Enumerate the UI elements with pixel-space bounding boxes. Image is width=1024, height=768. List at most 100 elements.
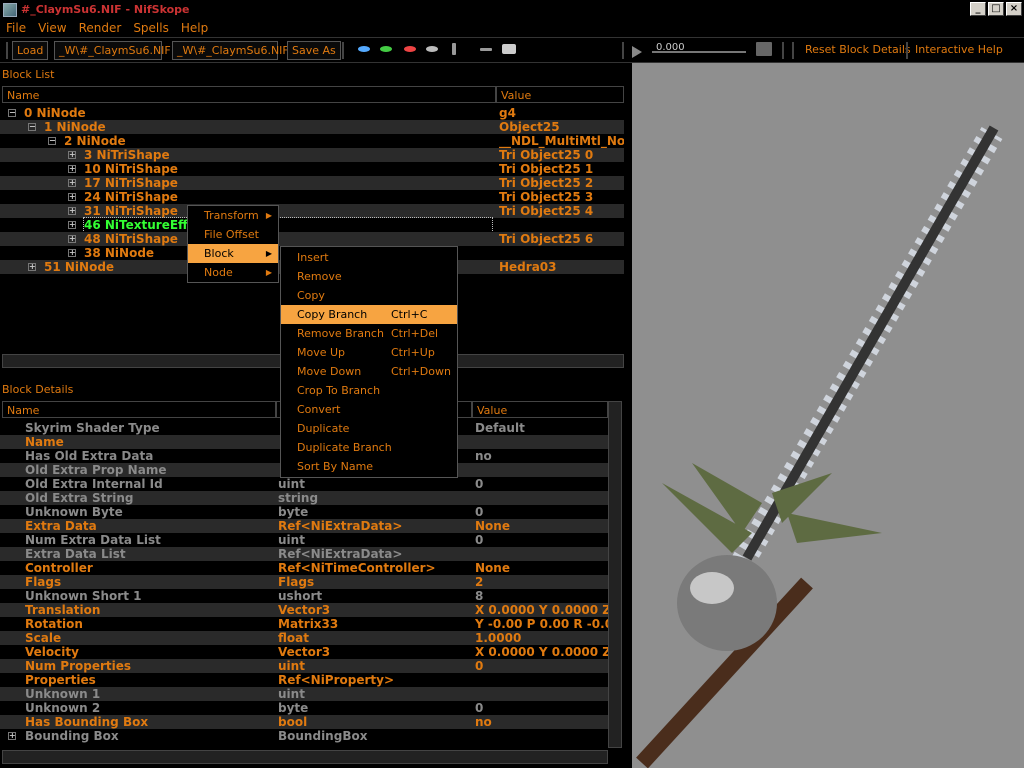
detail-type: Vector3 (278, 603, 331, 617)
submenu-item[interactable]: Duplicate (281, 419, 457, 438)
detail-row[interactable]: Extra Data List Ref<NiExtraData> (0, 547, 608, 561)
detail-row[interactable]: Properties Ref<NiProperty> (0, 673, 608, 687)
axis-icon[interactable] (452, 43, 456, 55)
block-details-value-header[interactable]: Value (472, 401, 608, 418)
view-blue-icon[interactable] (358, 46, 370, 52)
detail-value: 2 (475, 575, 484, 589)
block-details-name-header[interactable]: Name (2, 401, 276, 418)
center-icon[interactable] (480, 48, 492, 51)
expand-icon[interactable]: + (68, 151, 76, 159)
detail-row[interactable]: Old Extra Internal Id uint 0 (0, 477, 608, 491)
menu-spells[interactable]: Spells (133, 21, 169, 35)
detail-name: Num Properties (25, 659, 132, 673)
block-row[interactable]: +3 NiTriShape Tri Object25 0 (0, 148, 624, 162)
submenu-item[interactable]: Sort By Name (281, 457, 457, 476)
interactive-help-button[interactable]: Interactive Help (911, 41, 1007, 60)
submenu-item[interactable]: Insert (281, 248, 457, 267)
submenu-item-label: Crop To Branch (297, 384, 381, 397)
view-green-icon[interactable] (380, 46, 392, 52)
detail-row[interactable]: Unknown Short 1 ushort 8 (0, 589, 608, 603)
detail-row[interactable]: Flags Flags 2 (0, 575, 608, 589)
save-as-button[interactable]: Save As (287, 41, 341, 60)
block-details-vscrollbar[interactable] (608, 401, 622, 748)
detail-row[interactable]: Has Bounding Box bool no (0, 715, 608, 729)
submenu-item[interactable]: Copy (281, 286, 457, 305)
expand-icon[interactable]: + (68, 207, 76, 215)
block-row[interactable]: +17 NiTriShape Tri Object25 2 (0, 176, 624, 190)
time-slider[interactable] (652, 51, 746, 53)
block-list-name-header[interactable]: Name (2, 86, 496, 103)
submenu-item[interactable]: Move Up Ctrl+Up (281, 343, 457, 362)
detail-row[interactable]: Extra Data Ref<NiExtraData> None (0, 519, 608, 533)
menu-file[interactable]: File (6, 21, 26, 35)
submenu-item[interactable]: Duplicate Branch (281, 438, 457, 457)
detail-name: Properties (25, 673, 96, 687)
block-row[interactable]: −1 NiNode Object25 (0, 120, 624, 134)
expand-icon[interactable]: + (68, 179, 76, 187)
detail-row[interactable]: Num Properties uint 0 (0, 659, 608, 673)
block-row[interactable]: +31 NiTriShape Tri Object25 4 (0, 204, 624, 218)
expand-icon[interactable]: + (68, 193, 76, 201)
detail-row[interactable]: Unknown Byte byte 0 (0, 505, 608, 519)
minimize-button[interactable]: _ (970, 2, 986, 16)
block-value: __NDL_MultiMtl_Node (499, 134, 624, 148)
submenu-item[interactable]: Convert (281, 400, 457, 419)
block-row[interactable]: +10 NiTriShape Tri Object25 1 (0, 162, 624, 176)
block-name: 31 NiTriShape (84, 204, 178, 218)
block-list-value-header[interactable]: Value (496, 86, 624, 103)
detail-row[interactable]: Old Extra String string (0, 491, 608, 505)
block-row[interactable]: −0 NiNode g4 (0, 106, 624, 120)
submenu-item[interactable]: Copy Branch Ctrl+C (281, 305, 457, 324)
block-row[interactable]: +24 NiTriShape Tri Object25 3 (0, 190, 624, 204)
detail-row[interactable]: Controller Ref<NiTimeController> None (0, 561, 608, 575)
collapse-icon[interactable]: − (28, 123, 36, 131)
menu-file-offset[interactable]: File Offset (188, 225, 278, 244)
close-button[interactable]: × (1006, 2, 1022, 16)
detail-row[interactable]: Unknown 1 uint (0, 687, 608, 701)
maximize-button[interactable]: □ (988, 2, 1004, 16)
detail-type: uint (278, 659, 305, 673)
detail-row[interactable]: + Bounding Box BoundingBox (0, 729, 608, 743)
loop-icon[interactable] (756, 42, 772, 56)
detail-value: no (475, 449, 492, 463)
save-path-input[interactable]: _W\#_ClaymSu6.NIF (172, 41, 289, 60)
menu-transform[interactable]: Transform ▶ (188, 206, 278, 225)
submenu-item[interactable]: Crop To Branch (281, 381, 457, 400)
block-row[interactable]: +48 NiTriShape Tri Object25 6 (0, 232, 624, 246)
expand-icon[interactable]: + (68, 165, 76, 173)
wireframe-icon[interactable] (502, 44, 516, 54)
reset-block-details-button[interactable]: Reset Block Details (801, 41, 915, 60)
detail-row[interactable]: Unknown 2 byte 0 (0, 701, 608, 715)
submenu-item[interactable]: Remove (281, 267, 457, 286)
view-red-icon[interactable] (404, 46, 416, 52)
expand-icon[interactable]: + (28, 263, 36, 271)
detail-row[interactable]: Num Extra Data List uint 0 (0, 533, 608, 547)
menu-view[interactable]: View (38, 21, 66, 35)
detail-name: Rotation (25, 617, 83, 631)
play-icon[interactable] (632, 46, 642, 58)
expand-icon[interactable]: + (68, 249, 76, 257)
view-grey-icon[interactable] (426, 46, 438, 52)
block-row[interactable]: −2 NiNode __NDL_MultiMtl_Node (0, 134, 624, 148)
menu-node[interactable]: Node ▶ (188, 263, 278, 282)
load-button[interactable]: Load (12, 41, 49, 60)
menu-render[interactable]: Render (79, 21, 122, 35)
expand-icon[interactable]: + (8, 732, 16, 740)
block-row[interactable]: +46 NiTextureEffect (0, 217, 624, 233)
load-path-input[interactable]: _W\#_ClaymSu6.NIF (54, 41, 171, 60)
render-viewport[interactable] (632, 63, 1024, 768)
detail-row[interactable]: Rotation Matrix33 Y -0.00 P 0.00 R -0.00 (0, 617, 608, 631)
menu-block[interactable]: Block ▶ (188, 244, 278, 263)
collapse-icon[interactable]: − (8, 109, 16, 117)
menu-help[interactable]: Help (181, 21, 208, 35)
detail-row[interactable]: Translation Vector3 X 0.0000 Y 0.0000 Z 0 (0, 603, 608, 617)
detail-row[interactable]: Velocity Vector3 X 0.0000 Y 0.0000 Z 0 (0, 645, 608, 659)
detail-name: Unknown Short 1 (25, 589, 142, 603)
detail-row[interactable]: Scale float 1.0000 (0, 631, 608, 645)
expand-icon[interactable]: + (68, 235, 76, 243)
expand-icon[interactable]: + (68, 221, 76, 229)
collapse-icon[interactable]: − (48, 137, 56, 145)
block-details-hscrollbar[interactable] (2, 750, 608, 764)
submenu-item[interactable]: Remove Branch Ctrl+Del (281, 324, 457, 343)
submenu-item[interactable]: Move Down Ctrl+Down (281, 362, 457, 381)
